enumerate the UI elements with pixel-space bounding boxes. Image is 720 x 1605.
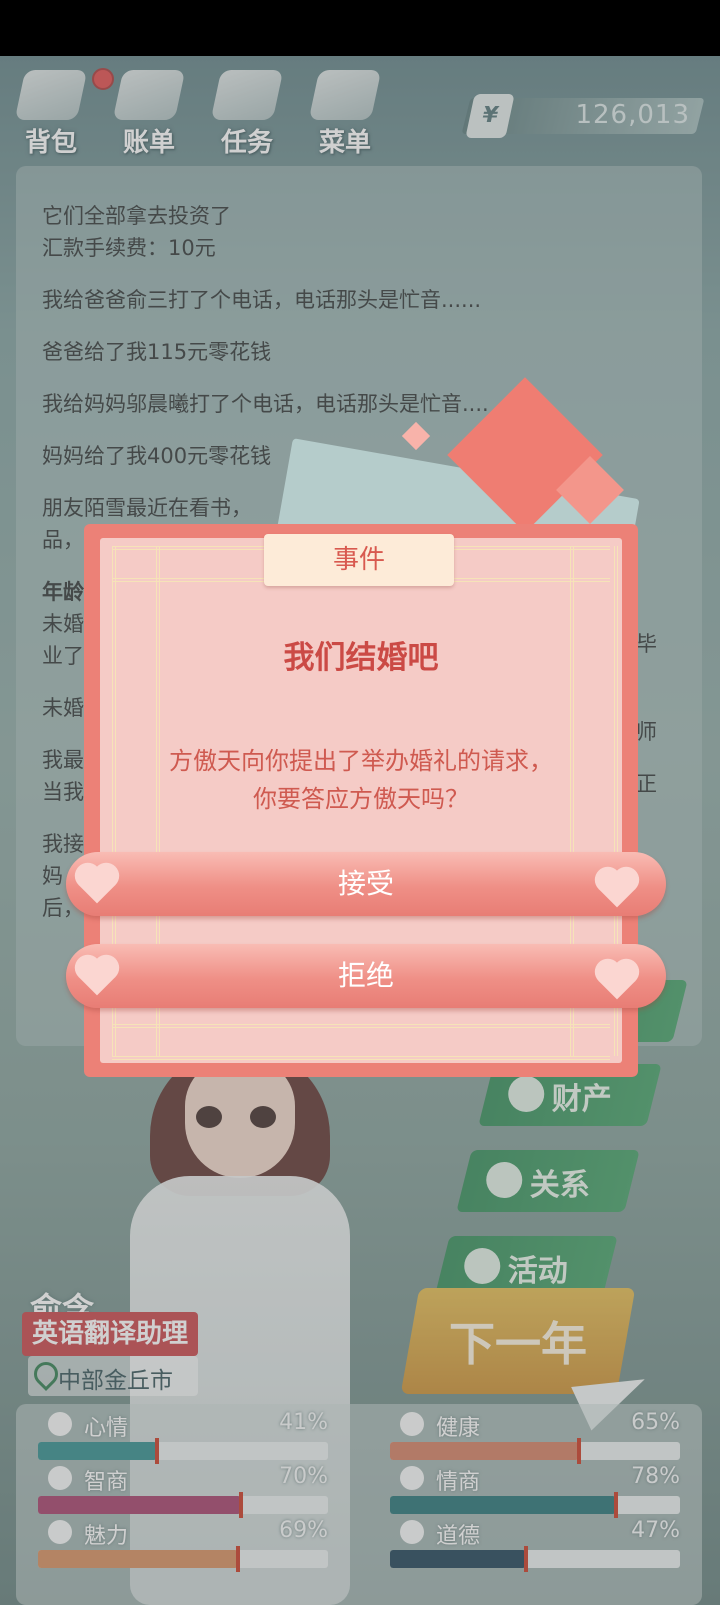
reject-label: 拒绝 — [337, 959, 394, 992]
accept-label: 接受 — [337, 867, 394, 900]
reject-button[interactable]: 拒绝 — [66, 944, 666, 1008]
dialog-tag: 事件 — [264, 534, 454, 586]
accept-button[interactable]: 接受 — [66, 852, 666, 916]
dialog-message: 方傲天向你提出了举办婚礼的请求，你要答应方傲天吗？ — [169, 747, 553, 813]
dialog-title: 我们结婚吧 — [283, 640, 439, 676]
status-bar — [0, 0, 720, 56]
dialog-frame — [112, 1024, 610, 1060]
